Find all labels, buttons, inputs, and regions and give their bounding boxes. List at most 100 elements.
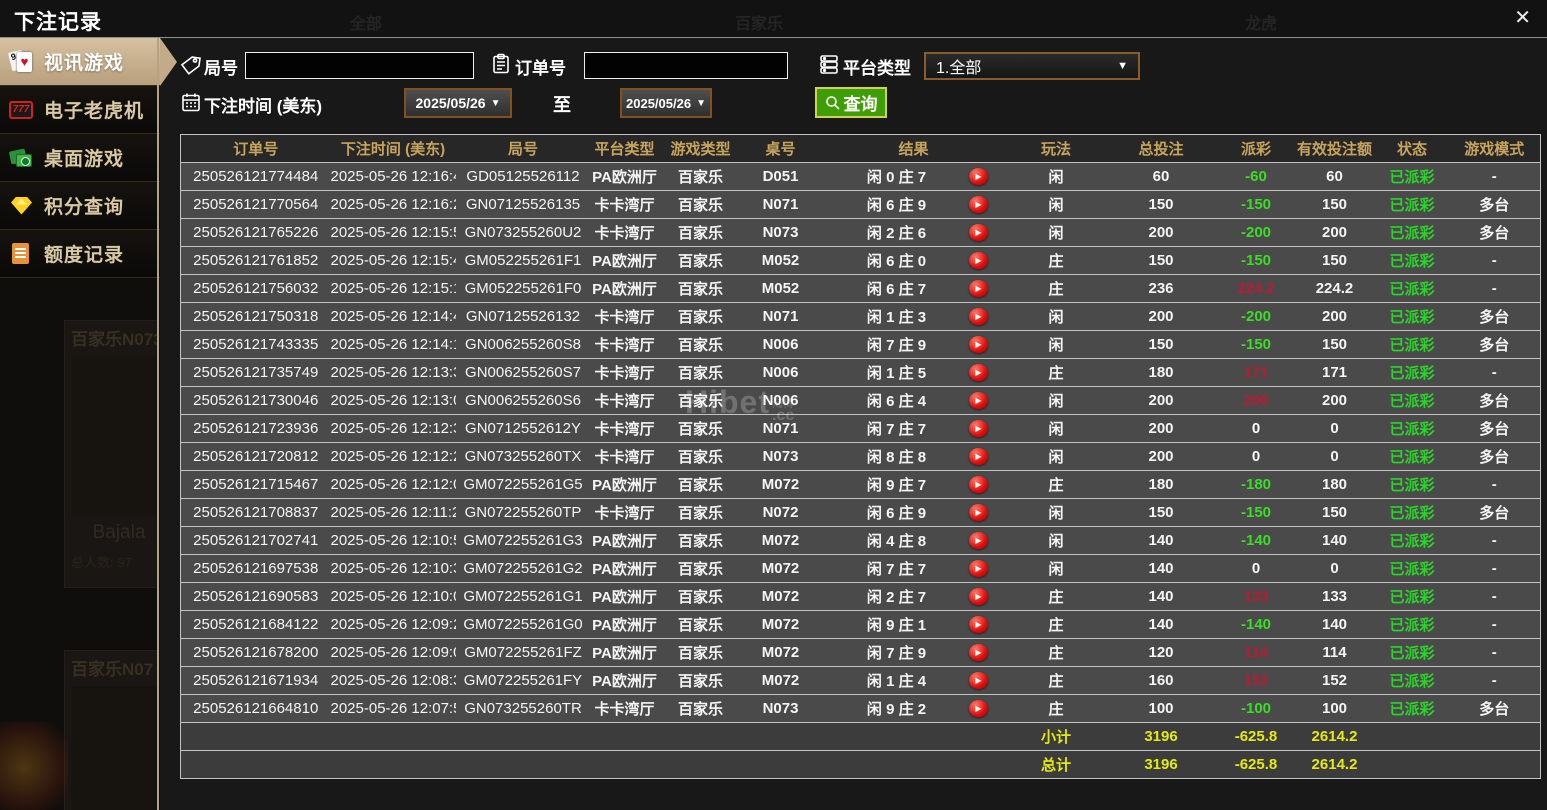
platform-type-label: 平台类型 xyxy=(843,59,911,78)
replay-play-button[interactable]: ▶ xyxy=(949,420,1009,437)
cell-order-no: 250526121761852 xyxy=(180,246,331,275)
cell-total-bet: 200 xyxy=(1103,442,1219,471)
replay-play-button[interactable]: ▶ xyxy=(949,644,1009,661)
replay-play-button[interactable]: ▶ xyxy=(949,392,1009,409)
playing-cards-icon: 9 ♥ xyxy=(7,49,36,75)
cell-bet-time: 2025-05-26 12:10:34 xyxy=(330,554,456,583)
replay-play-button[interactable]: ▶ xyxy=(949,336,1009,353)
cell-valid-bet: 150 xyxy=(1293,498,1376,527)
replay-play-button[interactable]: ▶ xyxy=(949,196,1009,213)
result-cell: 闲 7 庄 9 ▶ xyxy=(819,334,1009,355)
date-from-value: 2025/05/26 xyxy=(415,95,486,111)
close-icon[interactable]: ✕ xyxy=(1514,5,1531,31)
play-icon: ▶ xyxy=(969,700,988,717)
replay-play-button[interactable]: ▶ xyxy=(949,308,1009,325)
cell-result: 闲 9 庄 2 ▶ xyxy=(818,694,1009,723)
cell-status: 已派彩 xyxy=(1375,190,1449,219)
table-row: 2505261217208122025-05-26 12:12:22GN0732… xyxy=(180,442,1541,471)
cell-result: 闲 0 庄 7 ▶ xyxy=(818,162,1009,191)
cell-status: 已派彩 xyxy=(1375,498,1449,527)
cell-total-bet: 200 xyxy=(1103,414,1219,443)
replay-play-button[interactable]: ▶ xyxy=(949,560,1009,577)
cell-order-no: 250526121697538 xyxy=(180,554,331,583)
round-no-input[interactable] xyxy=(245,52,474,79)
order-no-input[interactable] xyxy=(584,52,788,79)
cell-valid-bet: 152 xyxy=(1293,666,1376,695)
cell-bet-time: 2025-05-26 12:08:30 xyxy=(330,666,456,695)
cell-order-no: 250526121664810 xyxy=(180,694,331,723)
cell-round-no: GM072255261G5 xyxy=(455,470,591,499)
play-icon: ▶ xyxy=(969,252,988,269)
cell-round-no: GM072255261G2 xyxy=(455,554,591,583)
replay-play-button[interactable]: ▶ xyxy=(949,448,1009,465)
replay-play-button[interactable]: ▶ xyxy=(949,280,1009,297)
replay-play-button[interactable]: ▶ xyxy=(949,588,1009,605)
replay-play-button[interactable]: ▶ xyxy=(949,532,1009,549)
cell-platform: 卡卡湾厅 xyxy=(590,442,659,471)
cell-table-no: N006 xyxy=(742,358,819,387)
cell-game-type: 百家乐 xyxy=(658,666,743,695)
replay-play-button[interactable]: ▶ xyxy=(949,252,1009,269)
sidebar-item-table-games[interactable]: 桌面游戏 xyxy=(0,134,160,182)
cell-platform: PA欧洲厅 xyxy=(590,274,659,303)
cell-valid-bet: 150 xyxy=(1293,190,1376,219)
background-lobby-bleed: 百家乐N073 Bajala 总人数: 97 百家乐N07 Cinzia 总人数… xyxy=(0,278,157,810)
cell-game-mode: 多台 xyxy=(1448,386,1541,415)
cell-status: 已派彩 xyxy=(1375,274,1449,303)
cell-total-bet: 160 xyxy=(1103,666,1219,695)
cell-game-mode: 多台 xyxy=(1448,694,1541,723)
cell-order-no: 250526121723936 xyxy=(180,414,331,443)
cell-bet-time: 2025-05-26 12:13:31 xyxy=(330,358,456,387)
play-icon: ▶ xyxy=(969,644,988,661)
cell-play-type: 庄 xyxy=(1008,470,1104,499)
replay-play-button[interactable]: ▶ xyxy=(949,168,1009,185)
cell-result: 闲 1 庄 4 ▶ xyxy=(818,666,1009,695)
sidebar-item-video-games[interactable]: 9 ♥ 视讯游戏 xyxy=(0,38,160,86)
sidebar-item-quota-records[interactable]: 额度记录 xyxy=(0,230,160,278)
platform-type-select[interactable]: 1.全部 ▼ xyxy=(924,52,1140,80)
sidebar-item-points-query[interactable]: 积分查询 xyxy=(0,182,160,230)
cell-play-type: 闲 xyxy=(1008,498,1104,527)
cell-payout: -140 xyxy=(1218,610,1294,639)
replay-play-button[interactable]: ▶ xyxy=(949,224,1009,241)
sidebar: 9 ♥ 视讯游戏 777 电子老虎机 桌面游戏 积分查询 额度记录 百家乐N07… xyxy=(0,38,160,810)
cell-valid-bet: 133 xyxy=(1293,582,1376,611)
sidebar-item-slot-machines[interactable]: 777 电子老虎机 xyxy=(0,86,160,134)
date-to-select[interactable]: 2025/05/26 ▼ xyxy=(620,88,712,118)
cell-bet-time: 2025-05-26 12:14:10 xyxy=(330,330,456,359)
cell-platform: 卡卡湾厅 xyxy=(590,302,659,331)
cell-game-mode: 多台 xyxy=(1448,442,1541,471)
sidebar-item-label: 桌面游戏 xyxy=(44,149,125,170)
summary-label: 小计 xyxy=(1008,722,1104,751)
cell-table-no: M072 xyxy=(742,470,819,499)
replay-play-button[interactable]: ▶ xyxy=(949,504,1009,521)
search-button[interactable]: 查询 xyxy=(815,87,887,118)
cell-result: 闲 1 庄 5 ▶ xyxy=(818,358,1009,387)
table-row: 2505261217652262025-05-26 12:15:56GN0732… xyxy=(180,218,1541,247)
cell-order-no: 250526121708837 xyxy=(180,498,331,527)
cell-table-no: N073 xyxy=(742,442,819,471)
cell-play-type: 庄 xyxy=(1008,246,1104,275)
replay-play-button[interactable]: ▶ xyxy=(949,364,1009,381)
play-icon: ▶ xyxy=(969,532,988,549)
cell-bet-time: 2025-05-26 12:14:43 xyxy=(330,302,456,331)
cell-total-bet: 150 xyxy=(1103,246,1219,275)
cell-play-type: 闲 xyxy=(1008,302,1104,331)
cell-status: 已派彩 xyxy=(1375,638,1449,667)
replay-play-button[interactable]: ▶ xyxy=(949,700,1009,717)
summary-total-bet: 3196 xyxy=(1103,750,1219,779)
replay-play-button[interactable]: ▶ xyxy=(949,672,1009,689)
cell-order-no: 250526121774484 xyxy=(180,162,331,191)
replay-play-button[interactable]: ▶ xyxy=(949,476,1009,493)
cell-game-type: 百家乐 xyxy=(658,694,743,723)
cell-total-bet: 140 xyxy=(1103,610,1219,639)
result-cell: 闲 7 庄 9 ▶ xyxy=(819,642,1009,663)
cell-game-mode: - xyxy=(1448,274,1541,303)
cell-status: 已派彩 xyxy=(1375,666,1449,695)
replay-play-button[interactable]: ▶ xyxy=(949,616,1009,633)
cell-valid-bet: 150 xyxy=(1293,246,1376,275)
date-from-select[interactable]: 2025/05/26 ▼ xyxy=(404,88,512,118)
column-header: 平台类型 xyxy=(590,134,659,163)
table-row: 2505261216719342025-05-26 12:08:30GM0722… xyxy=(180,666,1541,695)
cell-payout: -60 xyxy=(1218,162,1294,191)
